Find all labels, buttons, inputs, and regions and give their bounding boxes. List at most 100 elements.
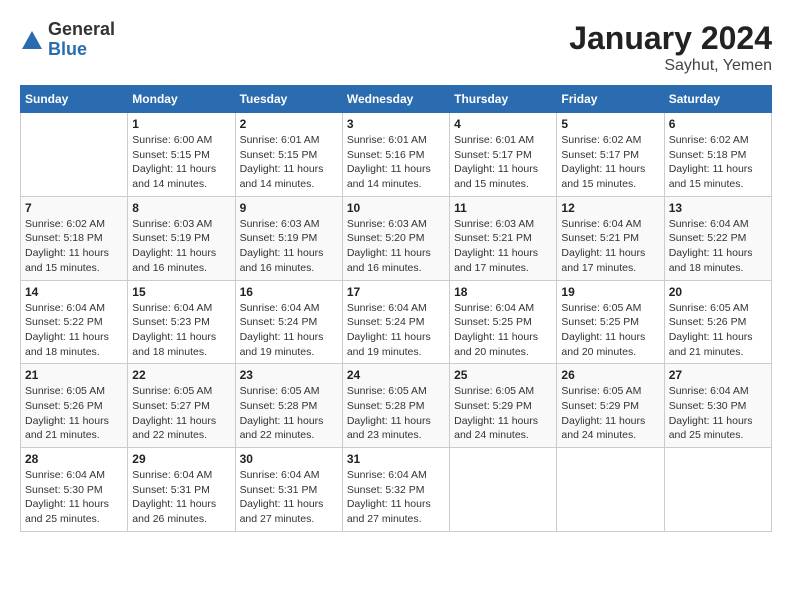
day-detail: Sunrise: 6:04 AMSunset: 5:22 PMDaylight:… bbox=[25, 301, 123, 360]
weekday-header: Tuesday bbox=[235, 86, 342, 113]
calendar-cell: 30 Sunrise: 6:04 AMSunset: 5:31 PMDayligh… bbox=[235, 448, 342, 532]
day-number: 25 bbox=[454, 368, 552, 382]
day-detail: Sunrise: 6:01 AMSunset: 5:17 PMDaylight:… bbox=[454, 133, 552, 192]
calendar-cell: 31 Sunrise: 6:04 AMSunset: 5:32 PMDayligh… bbox=[342, 448, 449, 532]
weekday-header: Friday bbox=[557, 86, 664, 113]
calendar-cell: 9 Sunrise: 6:03 AMSunset: 5:19 PMDaylight… bbox=[235, 196, 342, 280]
day-number: 15 bbox=[132, 285, 230, 299]
calendar-cell: 20 Sunrise: 6:05 AMSunset: 5:26 PMDayligh… bbox=[664, 280, 771, 364]
logo-general: General bbox=[48, 20, 115, 40]
day-number: 30 bbox=[240, 452, 338, 466]
day-detail: Sunrise: 6:02 AMSunset: 5:18 PMDaylight:… bbox=[669, 133, 767, 192]
day-detail: Sunrise: 6:04 AMSunset: 5:25 PMDaylight:… bbox=[454, 301, 552, 360]
day-number: 16 bbox=[240, 285, 338, 299]
calendar-cell: 2Sunrise: 6:01 AMSunset: 5:15 PMDaylight… bbox=[235, 113, 342, 197]
day-detail: Sunrise: 6:02 AMSunset: 5:18 PMDaylight:… bbox=[25, 217, 123, 276]
day-detail: Sunrise: 6:05 AMSunset: 5:25 PMDaylight:… bbox=[561, 301, 659, 360]
calendar-cell: 16 Sunrise: 6:04 AMSunset: 5:24 PMDayligh… bbox=[235, 280, 342, 364]
day-detail: Sunrise: 6:03 AMSunset: 5:19 PMDaylight:… bbox=[132, 217, 230, 276]
calendar-cell: 26Sunrise: 6:05 AMSunset: 5:29 PMDayligh… bbox=[557, 364, 664, 448]
calendar-cell: 15 Sunrise: 6:04 AMSunset: 5:23 PMDayligh… bbox=[128, 280, 235, 364]
day-detail: Sunrise: 6:03 AMSunset: 5:19 PMDaylight:… bbox=[240, 217, 338, 276]
day-number: 7 bbox=[25, 201, 123, 215]
day-detail: Sunrise: 6:04 AMSunset: 5:30 PMDaylight:… bbox=[25, 468, 123, 527]
day-number: 24 bbox=[347, 368, 445, 382]
day-number: 6 bbox=[669, 117, 767, 131]
weekday-header: Wednesday bbox=[342, 86, 449, 113]
calendar-cell bbox=[557, 448, 664, 532]
day-detail: Sunrise: 6:04 AMSunset: 5:22 PMDaylight:… bbox=[669, 217, 767, 276]
calendar-cell: 28 Sunrise: 6:04 AMSunset: 5:30 PMDayligh… bbox=[21, 448, 128, 532]
weekday-header: Monday bbox=[128, 86, 235, 113]
day-detail: Sunrise: 6:04 AMSunset: 5:24 PMDaylight:… bbox=[240, 301, 338, 360]
calendar-cell: 7 Sunrise: 6:02 AMSunset: 5:18 PMDaylight… bbox=[21, 196, 128, 280]
weekday-header: Thursday bbox=[450, 86, 557, 113]
calendar-cell bbox=[21, 113, 128, 197]
day-number: 4 bbox=[454, 117, 552, 131]
day-detail: Sunrise: 6:05 AMSunset: 5:29 PMDaylight:… bbox=[454, 384, 552, 443]
day-number: 13 bbox=[669, 201, 767, 215]
calendar-cell: 12Sunrise: 6:04 AMSunset: 5:21 PMDayligh… bbox=[557, 196, 664, 280]
day-number: 20 bbox=[669, 285, 767, 299]
day-detail: Sunrise: 6:01 AMSunset: 5:16 PMDaylight:… bbox=[347, 133, 445, 192]
logo-text: General Blue bbox=[48, 20, 115, 60]
calendar-cell: 24 Sunrise: 6:05 AMSunset: 5:28 PMDayligh… bbox=[342, 364, 449, 448]
calendar-cell: 17Sunrise: 6:04 AMSunset: 5:24 PMDayligh… bbox=[342, 280, 449, 364]
day-detail: Sunrise: 6:04 AMSunset: 5:23 PMDaylight:… bbox=[132, 301, 230, 360]
day-number: 3 bbox=[347, 117, 445, 131]
calendar-week-row: 28 Sunrise: 6:04 AMSunset: 5:30 PMDayligh… bbox=[21, 448, 772, 532]
day-number: 21 bbox=[25, 368, 123, 382]
day-detail: Sunrise: 6:04 AMSunset: 5:32 PMDaylight:… bbox=[347, 468, 445, 527]
day-number: 23 bbox=[240, 368, 338, 382]
day-detail: Sunrise: 6:04 AMSunset: 5:31 PMDaylight:… bbox=[132, 468, 230, 527]
day-detail: Sunrise: 6:05 AMSunset: 5:26 PMDaylight:… bbox=[25, 384, 123, 443]
day-number: 22 bbox=[132, 368, 230, 382]
day-number: 27 bbox=[669, 368, 767, 382]
day-number: 14 bbox=[25, 285, 123, 299]
weekday-header-row: SundayMondayTuesdayWednesdayThursdayFrid… bbox=[21, 86, 772, 113]
day-detail: Sunrise: 6:03 AMSunset: 5:20 PMDaylight:… bbox=[347, 217, 445, 276]
day-number: 5 bbox=[561, 117, 659, 131]
calendar-cell: 11 Sunrise: 6:03 AMSunset: 5:21 PMDayligh… bbox=[450, 196, 557, 280]
day-number: 18 bbox=[454, 285, 552, 299]
calendar-cell: 4 Sunrise: 6:01 AMSunset: 5:17 PMDaylight… bbox=[450, 113, 557, 197]
page-header: General Blue January 2024 Sayhut, Yemen bbox=[20, 20, 772, 75]
day-detail: Sunrise: 6:04 AMSunset: 5:31 PMDaylight:… bbox=[240, 468, 338, 527]
calendar-cell: 1 Sunrise: 6:00 AMSunset: 5:15 PMDaylight… bbox=[128, 113, 235, 197]
day-number: 11 bbox=[454, 201, 552, 215]
calendar-cell: 19 Sunrise: 6:05 AMSunset: 5:25 PMDayligh… bbox=[557, 280, 664, 364]
calendar-cell: 14 Sunrise: 6:04 AMSunset: 5:22 PMDayligh… bbox=[21, 280, 128, 364]
month-year: January 2024 bbox=[569, 20, 772, 57]
calendar-week-row: 1 Sunrise: 6:00 AMSunset: 5:15 PMDaylight… bbox=[21, 113, 772, 197]
day-detail: Sunrise: 6:05 AMSunset: 5:27 PMDaylight:… bbox=[132, 384, 230, 443]
calendar-cell: 23Sunrise: 6:05 AMSunset: 5:28 PMDayligh… bbox=[235, 364, 342, 448]
day-detail: Sunrise: 6:01 AMSunset: 5:15 PMDaylight:… bbox=[240, 133, 338, 192]
calendar-cell bbox=[450, 448, 557, 532]
day-number: 10 bbox=[347, 201, 445, 215]
logo-icon bbox=[20, 29, 44, 53]
calendar-cell: 5 Sunrise: 6:02 AMSunset: 5:17 PMDaylight… bbox=[557, 113, 664, 197]
day-number: 12 bbox=[561, 201, 659, 215]
day-number: 28 bbox=[25, 452, 123, 466]
day-detail: Sunrise: 6:05 AMSunset: 5:28 PMDaylight:… bbox=[347, 384, 445, 443]
day-number: 9 bbox=[240, 201, 338, 215]
calendar-cell: 25 Sunrise: 6:05 AMSunset: 5:29 PMDayligh… bbox=[450, 364, 557, 448]
calendar-cell: 29 Sunrise: 6:04 AMSunset: 5:31 PMDayligh… bbox=[128, 448, 235, 532]
day-detail: Sunrise: 6:02 AMSunset: 5:17 PMDaylight:… bbox=[561, 133, 659, 192]
day-number: 26 bbox=[561, 368, 659, 382]
logo: General Blue bbox=[20, 20, 115, 60]
day-number: 19 bbox=[561, 285, 659, 299]
day-number: 29 bbox=[132, 452, 230, 466]
day-number: 31 bbox=[347, 452, 445, 466]
weekday-header: Saturday bbox=[664, 86, 771, 113]
day-detail: Sunrise: 6:03 AMSunset: 5:21 PMDaylight:… bbox=[454, 217, 552, 276]
logo-blue: Blue bbox=[48, 40, 115, 60]
calendar-cell: 21 Sunrise: 6:05 AMSunset: 5:26 PMDayligh… bbox=[21, 364, 128, 448]
day-detail: Sunrise: 6:00 AMSunset: 5:15 PMDaylight:… bbox=[132, 133, 230, 192]
day-detail: Sunrise: 6:04 AMSunset: 5:24 PMDaylight:… bbox=[347, 301, 445, 360]
day-detail: Sunrise: 6:05 AMSunset: 5:26 PMDaylight:… bbox=[669, 301, 767, 360]
day-number: 1 bbox=[132, 117, 230, 131]
day-number: 8 bbox=[132, 201, 230, 215]
day-detail: Sunrise: 6:04 AMSunset: 5:30 PMDaylight:… bbox=[669, 384, 767, 443]
calendar-cell: 13 Sunrise: 6:04 AMSunset: 5:22 PMDayligh… bbox=[664, 196, 771, 280]
